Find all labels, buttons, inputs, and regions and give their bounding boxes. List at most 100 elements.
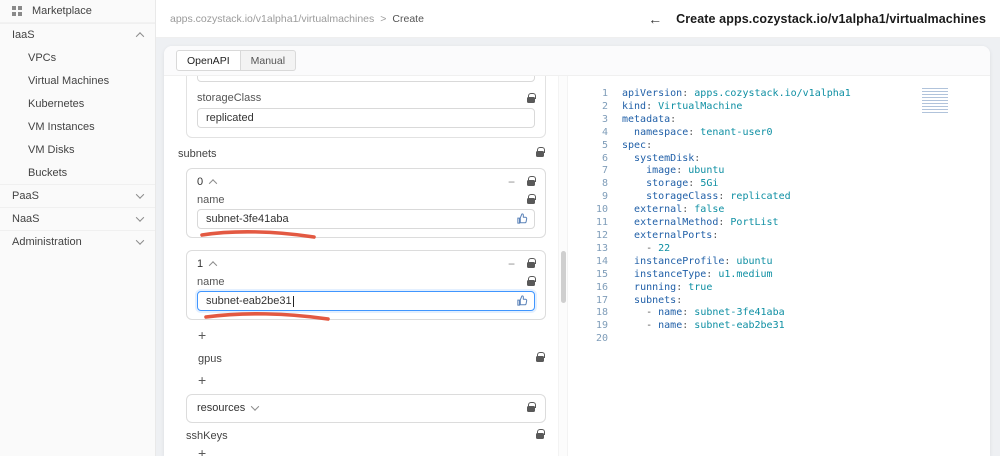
- add-ssh-key-button[interactable]: +: [198, 446, 206, 456]
- subnet-item-1-header[interactable]: 1 −: [197, 257, 536, 270]
- subnet-item-0: 0 − name subnet-3fe41aba: [186, 168, 546, 239]
- code-line: 3 metadata:: [601, 113, 677, 125]
- storage-input[interactable]: 5Gi: [197, 76, 535, 82]
- sidebar-group-naas[interactable]: NaaS: [0, 207, 155, 230]
- subnet-0-name-input[interactable]: subnet-3fe41aba: [197, 209, 535, 229]
- code-line: 6 systemDisk:: [601, 152, 701, 164]
- like-icon[interactable]: [516, 294, 529, 307]
- page-title: Create apps.cozystack.io/v1alpha1/virtua…: [676, 11, 986, 26]
- add-gpu-button[interactable]: +: [198, 373, 206, 388]
- code-line: 20: [595, 333, 608, 345]
- code-line: 17 subnets:: [595, 294, 683, 306]
- chevron-down-icon: [251, 401, 260, 411]
- breadcrumb-separator: >: [380, 12, 387, 25]
- main-content: OpenAPI Manual 5Gi storageClass replicat…: [156, 38, 1000, 456]
- back-arrow-icon[interactable]: ←: [648, 11, 662, 27]
- like-icon[interactable]: [516, 212, 529, 225]
- sidebar-group-iaas[interactable]: IaaS: [0, 23, 155, 46]
- subnet-1-value: subnet-eab2be31: [206, 295, 292, 307]
- sidebar-item-virtual-machines[interactable]: Virtual Machines: [0, 69, 155, 92]
- lock-icon: [527, 92, 536, 103]
- sidebar: Marketplace IaaS VPCs Virtual Machines K…: [0, 0, 156, 456]
- sidebar-group-label: Administration: [12, 236, 82, 248]
- form-scrollbar: [558, 76, 567, 456]
- subnet-1-name-input[interactable]: subnet-eab2be31: [197, 291, 535, 311]
- chevron-up-icon: [208, 178, 218, 188]
- scrollbar-thumb[interactable]: [561, 251, 566, 303]
- storage-class-label: storageClass: [197, 92, 262, 104]
- code-line: 11 externalMethod: PortList: [595, 217, 779, 229]
- annotation-stroke: [200, 230, 316, 239]
- gpus-label: gpus: [198, 353, 222, 365]
- lock-icon: [536, 352, 545, 362]
- sidebar-group-label: IaaS: [12, 29, 35, 41]
- item-index: 1: [197, 257, 204, 270]
- code-line: 5 spec:: [601, 139, 653, 151]
- sidebar-item-buckets[interactable]: Buckets: [0, 161, 155, 184]
- sidebar-item-kubernetes[interactable]: Kubernetes: [0, 92, 155, 115]
- remove-item-button[interactable]: −: [508, 176, 515, 188]
- chevron-up-icon: [208, 260, 218, 270]
- storage-value: 5Gi: [206, 76, 223, 78]
- subnet-item-1: 1 − name subnet-eab2be31: [186, 250, 546, 321]
- lock-icon: [527, 194, 536, 204]
- subnets-label: subnets: [178, 148, 217, 160]
- resources-header[interactable]: resources: [197, 401, 536, 414]
- lock-icon: [527, 176, 536, 186]
- code-line: 8 storage: 5Gi: [601, 178, 719, 190]
- annotation-stroke: [204, 312, 330, 321]
- sidebar-item-label: Virtual Machines: [28, 74, 110, 87]
- tab-openapi[interactable]: OpenAPI: [176, 50, 241, 71]
- code-line: 14 instanceProfile: ubuntu: [595, 255, 773, 267]
- code-line: 16 running: true: [595, 281, 713, 293]
- tab-manual[interactable]: Manual: [240, 50, 297, 71]
- storage-class-input[interactable]: replicated: [197, 108, 535, 128]
- code-line: 12 externalPorts:: [595, 229, 719, 241]
- ssh-keys-label: sshKeys: [186, 430, 228, 442]
- code-line: 10 external: false: [595, 204, 725, 216]
- code-line: 7 image: ubuntu: [601, 165, 725, 177]
- sidebar-item-marketplace[interactable]: Marketplace: [0, 0, 155, 23]
- code-line: 9 storageClass: replicated: [601, 191, 791, 203]
- breadcrumb-current: Create: [392, 12, 424, 25]
- marketplace-icon: [12, 6, 16, 10]
- resources-card: resources: [186, 394, 546, 423]
- code-line: 4 namespace: tenant-user0: [601, 126, 773, 138]
- lock-icon: [536, 429, 545, 439]
- sidebar-group-label: PaaS: [12, 190, 39, 202]
- tab-bar: OpenAPI Manual: [164, 46, 990, 76]
- add-subnet-button[interactable]: +: [198, 328, 206, 343]
- subnet-0-value: subnet-3fe41aba: [206, 213, 289, 225]
- breadcrumb-path[interactable]: apps.cozystack.io/v1alpha1/virtualmachin…: [170, 13, 374, 25]
- breadcrumb: apps.cozystack.io/v1alpha1/virtualmachin…: [170, 13, 424, 25]
- yaml-editor[interactable]: 1 apiVersion: apps.cozystack.io/v1alpha1 2…: [567, 76, 990, 456]
- sidebar-item-label: VM Instances: [28, 120, 95, 133]
- name-label: name: [197, 275, 225, 288]
- item-index: 0: [197, 175, 204, 188]
- sidebar-group-administration[interactable]: Administration: [0, 230, 155, 253]
- minimap[interactable]: [922, 88, 948, 115]
- sidebar-group-label: NaaS: [12, 213, 40, 225]
- name-label: name: [197, 193, 225, 206]
- storage-class-value: replicated: [206, 112, 254, 124]
- remove-item-button[interactable]: −: [508, 258, 515, 270]
- sidebar-item-label: VPCs: [28, 51, 57, 64]
- code-line: 13 - 22: [595, 242, 671, 254]
- lock-icon: [527, 402, 536, 412]
- code-line: 15 instanceType: u1.medium: [595, 268, 773, 280]
- text-cursor: [292, 295, 294, 307]
- code-line: 19 - name: subnet-eab2be31: [595, 320, 785, 332]
- sidebar-group-paas[interactable]: PaaS: [0, 184, 155, 207]
- chevron-up-icon: [135, 32, 145, 41]
- form-panel: 5Gi storageClass replicated subnets: [164, 76, 558, 456]
- sidebar-item-vm-instances[interactable]: VM Instances: [0, 115, 155, 138]
- lock-icon: [527, 258, 536, 268]
- sidebar-item-vpcs[interactable]: VPCs: [0, 46, 155, 69]
- sidebar-item-label: VM Disks: [28, 143, 75, 156]
- resources-label: resources: [197, 401, 246, 414]
- system-disk-card: 5Gi storageClass replicated: [186, 76, 546, 138]
- sidebar-item-vm-disks[interactable]: VM Disks: [0, 138, 155, 161]
- chevron-down-icon: [135, 190, 145, 199]
- chevron-down-icon: [135, 236, 145, 245]
- subnet-item-0-header[interactable]: 0 −: [197, 175, 536, 188]
